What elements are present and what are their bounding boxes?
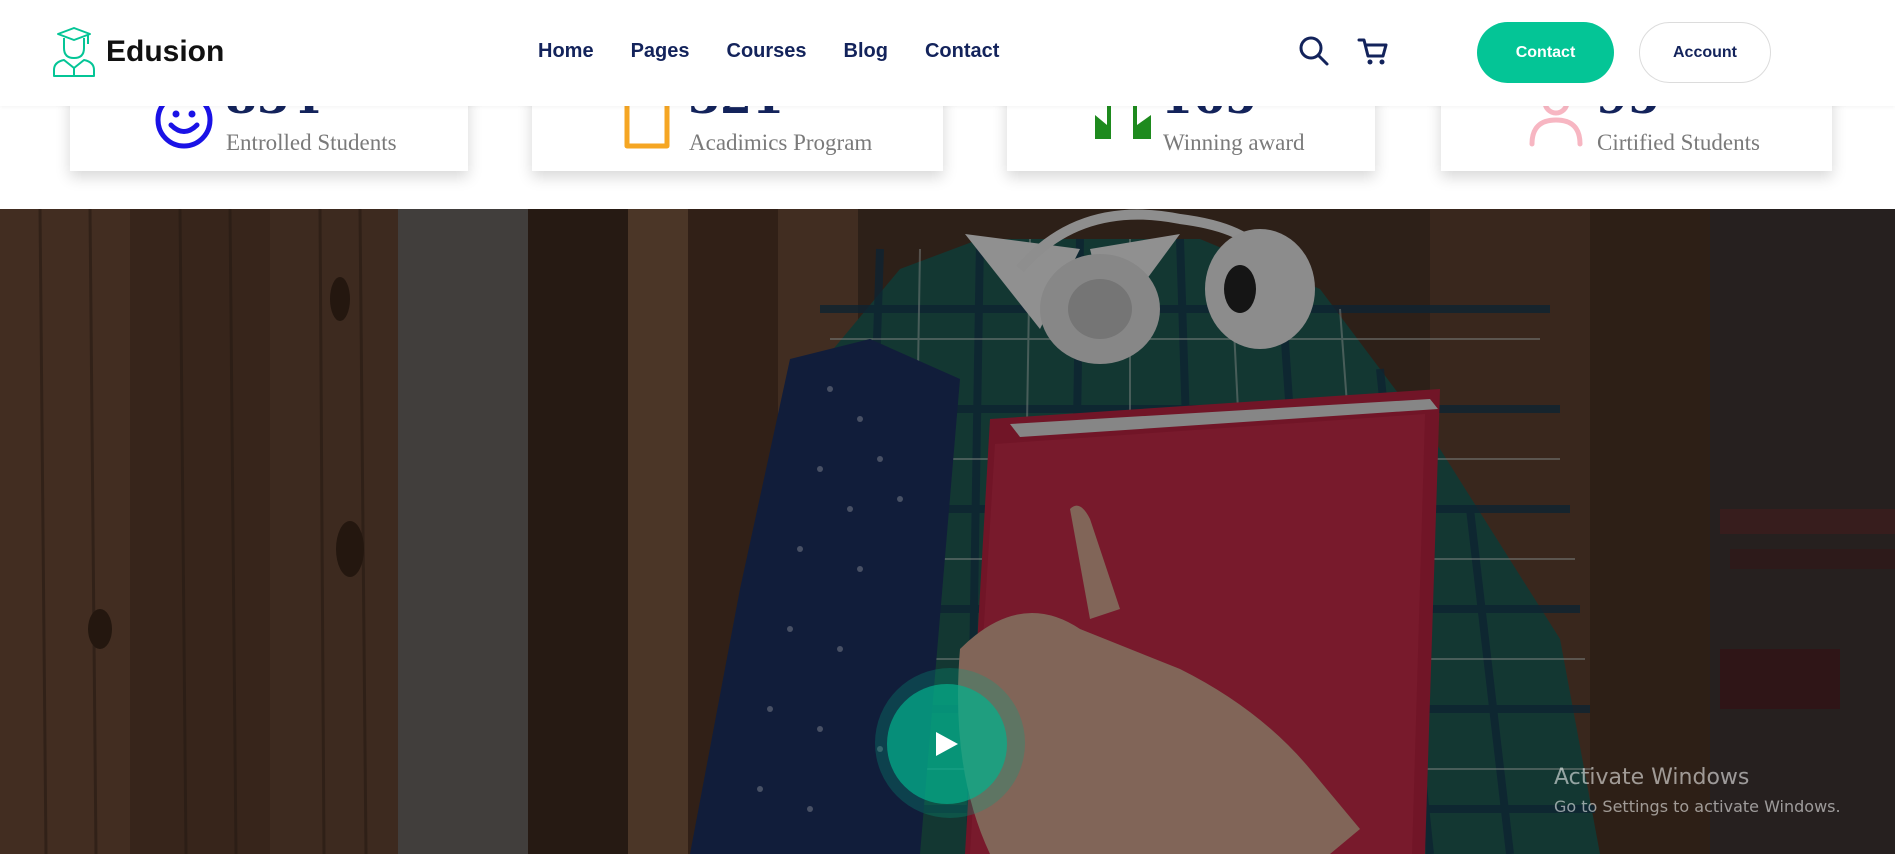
stat-label: Entrolled Students xyxy=(226,130,397,155)
play-button[interactable] xyxy=(887,684,1007,804)
account-button[interactable]: Account xyxy=(1639,22,1771,83)
cart-icon[interactable] xyxy=(1357,37,1389,67)
stat-label: Acadimics Program xyxy=(689,130,873,155)
main-nav: Home Pages Courses Blog Contact xyxy=(538,40,1036,63)
nav-pages[interactable]: Pages xyxy=(631,40,690,63)
graduate-logo-icon xyxy=(53,27,95,77)
search-icon[interactable] xyxy=(1298,35,1330,67)
watermark-subtitle: Go to Settings to activate Windows. xyxy=(1554,797,1841,816)
stat-label: Cirtified Students xyxy=(1597,130,1760,155)
nav-blog[interactable]: Blog xyxy=(844,40,888,63)
stat-label: Winning award xyxy=(1163,130,1305,155)
watermark-title: Activate Windows xyxy=(1554,765,1750,790)
nav-courses[interactable]: Courses xyxy=(727,40,807,63)
nav-home[interactable]: Home xyxy=(538,40,594,63)
site-header: Edusion Home Pages Courses Blog Contact … xyxy=(0,0,1895,106)
play-icon xyxy=(936,732,958,756)
nav-contact[interactable]: Contact xyxy=(925,40,999,63)
activation-watermark: Activate Windows Go to Settings to activ… xyxy=(1554,764,1841,818)
contact-button[interactable]: Contact xyxy=(1477,22,1614,83)
brand-name: Edusion xyxy=(106,35,225,68)
video-banner[interactable] xyxy=(0,209,1895,854)
logo[interactable]: Edusion xyxy=(52,26,224,78)
